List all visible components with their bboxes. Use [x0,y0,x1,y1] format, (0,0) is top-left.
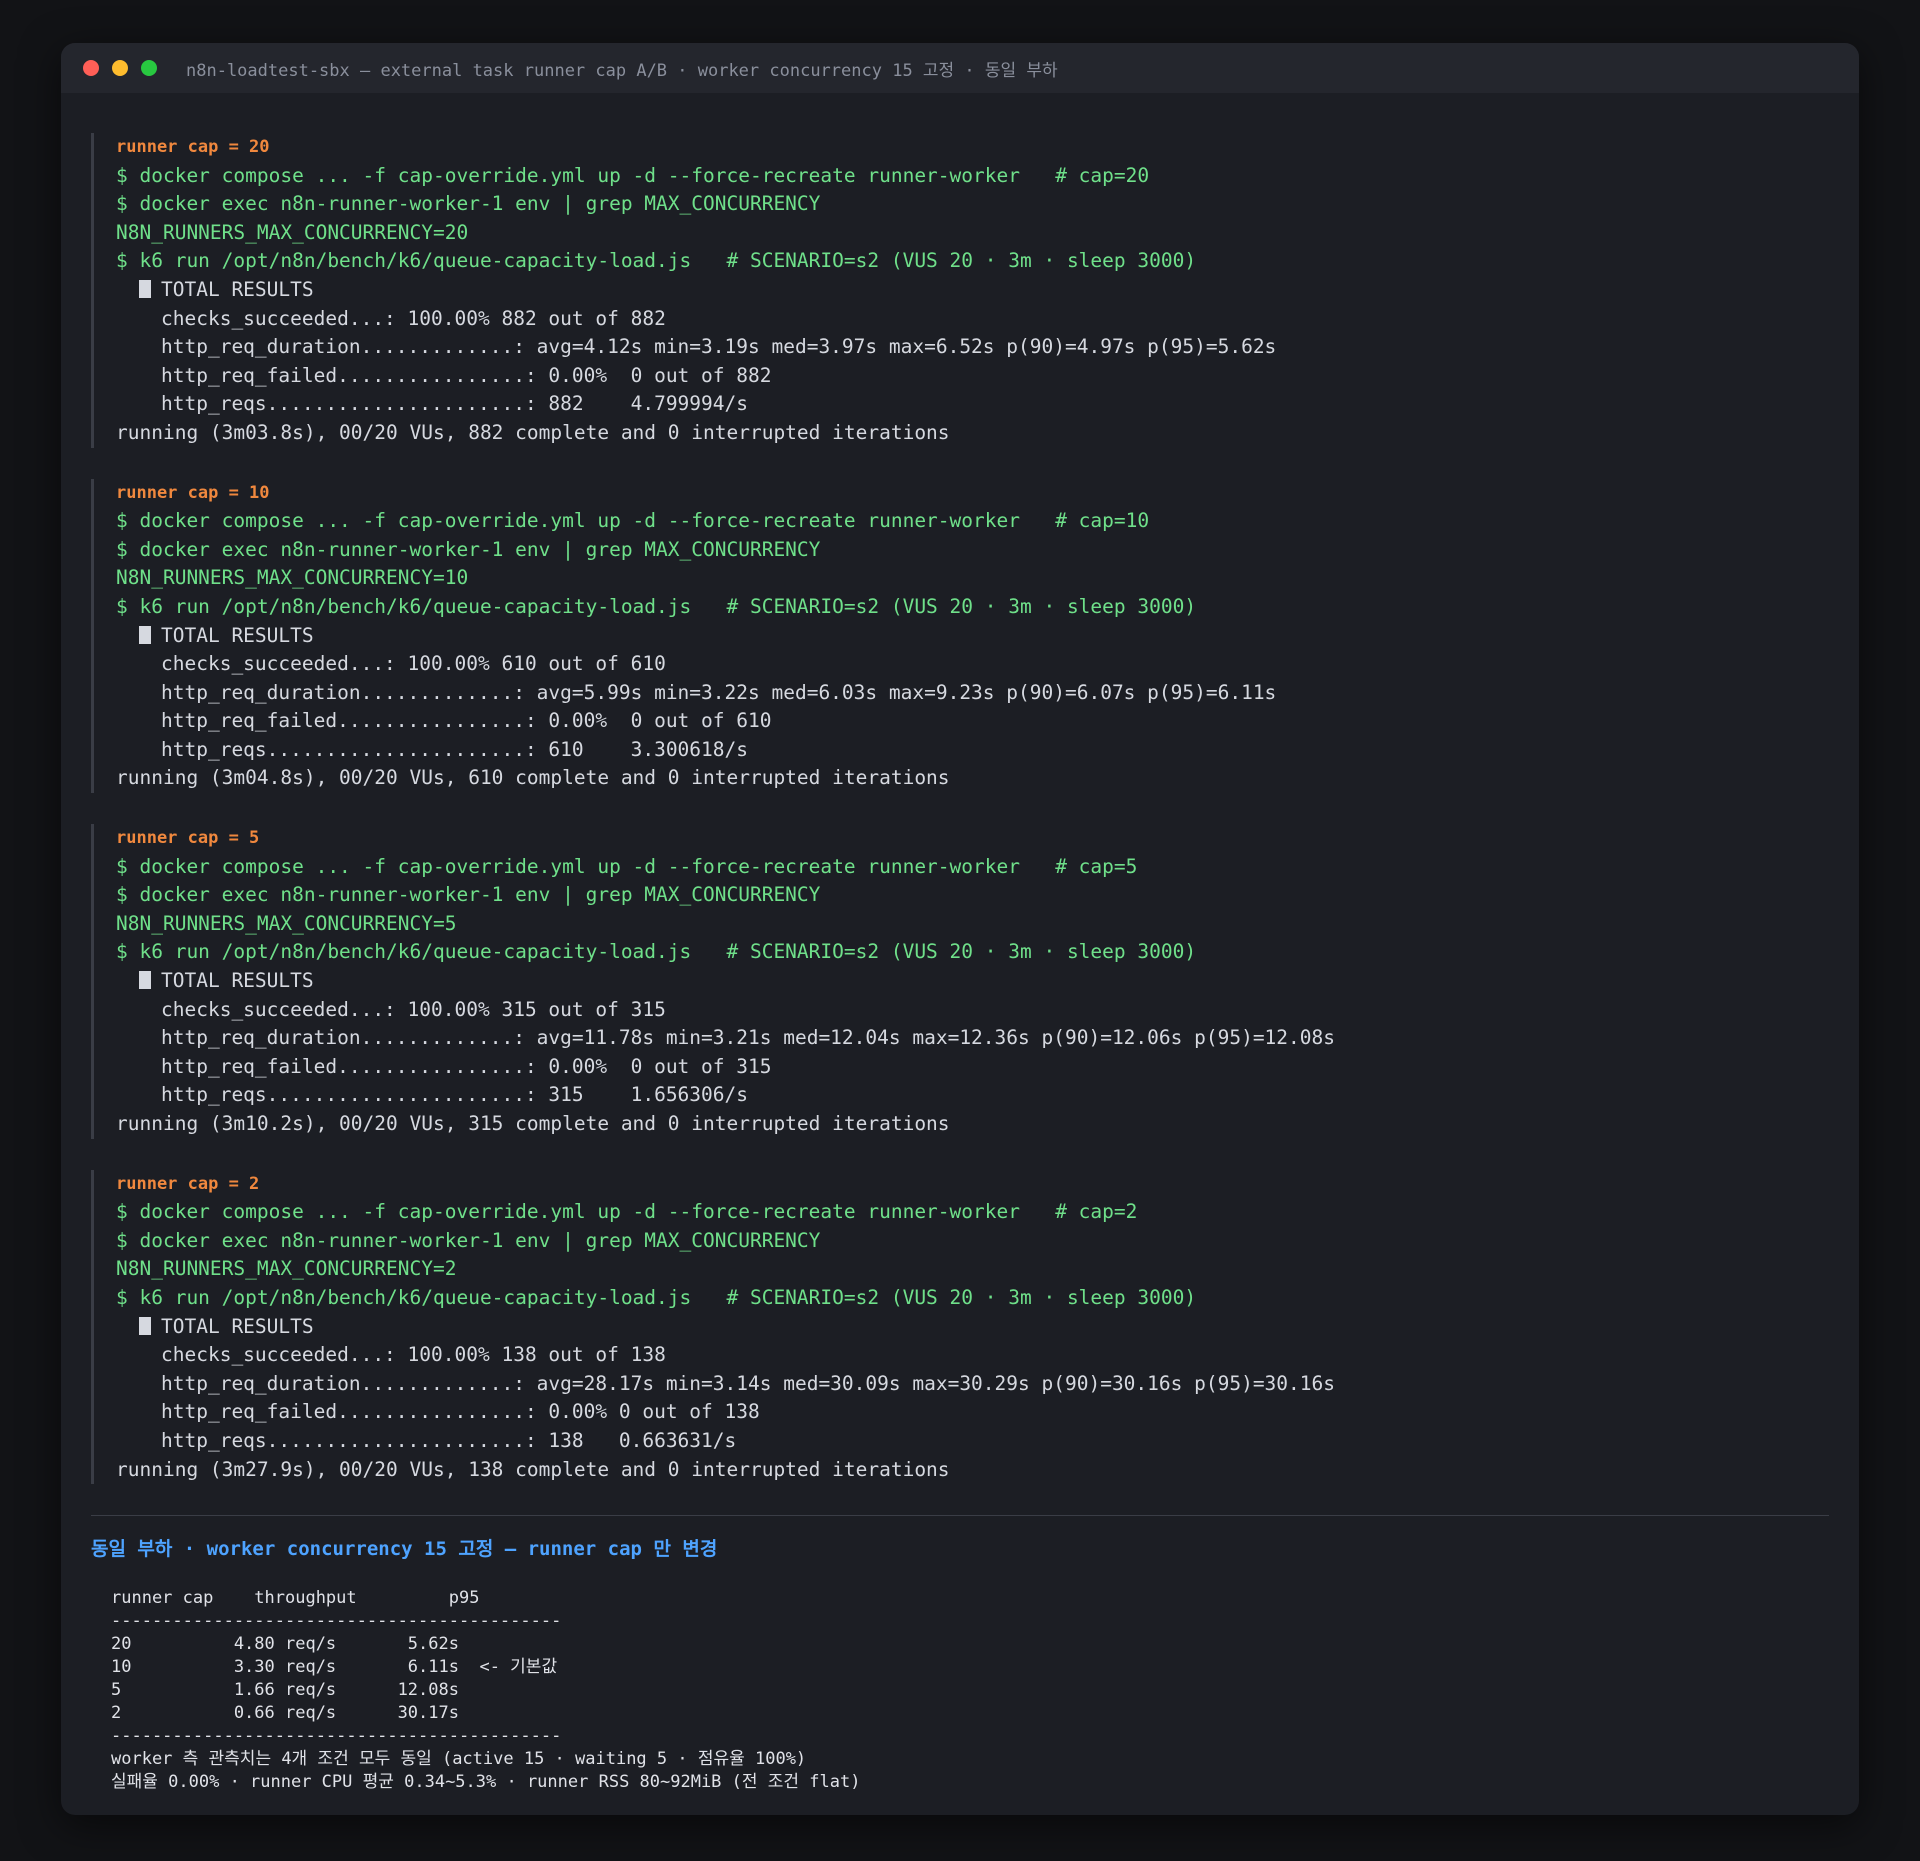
compose-command: $ docker compose ... -f cap-override.yml… [116,509,1150,533]
duration-metric: http_req_duration.............: avg=5.99… [161,680,1277,704]
reqs-metric: http_reqs......................: 882 4.7… [161,392,748,416]
total-results-label: TOTAL RESULTS [161,277,314,301]
checks-metric: checks_succeeded...: 100.00% 610 out of … [161,652,666,676]
compose-command: $ docker compose ... -f cap-override.yml… [116,854,1138,878]
run-block-cap-5: runner cap = 5 $ docker compose ... -f c… [91,824,1859,1139]
duration-metric: http_req_duration.............: avg=28.1… [161,1371,1335,1395]
run-block-cap-10: runner cap = 10 $ docker compose ... -f … [91,478,1859,794]
checks-metric: checks_succeeded...: 100.00% 315 out of … [161,997,666,1021]
duration-metric: http_req_duration.............: avg=4.12… [161,335,1277,359]
section-divider [91,1515,1829,1517]
window-title: n8n-loadtest-sbx — external task runner … [186,60,1058,81]
duration-metric: http_req_duration.............: avg=11.7… [161,1026,1335,1050]
summary-note: 실패율 0.00% · runner CPU 평균 0.34~5.3% · ru… [111,1772,861,1793]
running-summary: running (3m04.8s), 00/20 VUs, 610 comple… [116,766,950,790]
run-header: runner cap = 20 [116,137,270,157]
run-block-cap-20: runner cap = 20 $ docker compose ... -f … [91,133,1859,448]
terminal-window: n8n-loadtest-sbx — external task runner … [61,43,1859,1815]
run-header: runner cap = 2 [116,1173,260,1194]
block-cursor-icon [139,279,151,298]
total-results-label: TOTAL RESULTS [161,969,314,993]
summary-title: 동일 부하 · worker concurrency 15 고정 — runne… [91,1538,718,1561]
env-output: N8N_RUNNERS_MAX_CONCURRENCY=2 [116,1257,457,1281]
block-cursor-icon [139,625,151,644]
k6-command: $ k6 run /opt/n8n/bench/k6/queue-capacit… [116,940,1197,964]
failed-metric: http_req_failed................: 0.00% 0… [161,1400,760,1424]
maximize-window-button[interactable] [141,60,157,76]
exec-command: $ docker exec n8n-runner-worker-1 env | … [116,1228,821,1252]
running-summary: running (3m27.9s), 00/20 VUs, 138 comple… [116,1457,950,1481]
block-cursor-icon [139,971,151,990]
env-output: N8N_RUNNERS_MAX_CONCURRENCY=10 [116,566,469,590]
total-results-heading: TOTAL RESULTS [116,622,1859,651]
table-divider: ----------------------------------------… [111,1726,562,1747]
failed-metric: http_req_failed................: 0.00% 0… [161,709,772,733]
env-output: N8N_RUNNERS_MAX_CONCURRENCY=20 [116,220,469,244]
running-summary: running (3m03.8s), 00/20 VUs, 882 comple… [116,420,950,444]
reqs-metric: http_reqs......................: 315 1.6… [161,1083,748,1107]
table-divider: ----------------------------------------… [111,1611,562,1632]
compose-command: $ docker compose ... -f cap-override.yml… [116,163,1150,187]
exec-command: $ docker exec n8n-runner-worker-1 env | … [116,883,821,907]
total-results-heading: TOTAL RESULTS [116,967,1859,996]
run-header: runner cap = 10 [116,482,270,503]
total-results-heading: TOTAL RESULTS [116,276,1859,305]
run-header: runner cap = 5 [116,828,260,849]
block-cursor-icon [139,1316,151,1335]
table-row: 20 4.80 req/s 5.62s [111,1634,459,1655]
running-summary: running (3m10.2s), 00/20 VUs, 315 comple… [116,1112,950,1135]
terminal-output[interactable]: runner cap = 20 $ docker compose ... -f … [61,93,1859,1794]
total-results-label: TOTAL RESULTS [161,1314,314,1338]
exec-command: $ docker exec n8n-runner-worker-1 env | … [116,192,821,216]
failed-metric: http_req_failed................: 0.00% 0… [161,1054,772,1078]
env-output: N8N_RUNNERS_MAX_CONCURRENCY=5 [116,911,457,935]
summary-table: runner cap throughput p95 --------------… [91,1587,1859,1794]
reqs-metric: http_reqs......................: 610 3.3… [161,737,748,761]
summary-table-header: runner cap throughput p95 [111,1588,480,1609]
table-row: 5 1.66 req/s 12.08s [111,1680,459,1701]
minimize-window-button[interactable] [112,60,128,76]
title-bar: n8n-loadtest-sbx — external task runner … [61,43,1859,93]
summary-note: worker 측 관측치는 4개 조건 모두 동일 (active 15 · w… [111,1749,807,1770]
k6-command: $ k6 run /opt/n8n/bench/k6/queue-capacit… [116,1285,1197,1309]
total-results-heading: TOTAL RESULTS [116,1313,1859,1342]
k6-command: $ k6 run /opt/n8n/bench/k6/queue-capacit… [116,249,1197,273]
table-row: 10 3.30 req/s 6.11s <- 기본값 [111,1657,558,1678]
table-row: 2 0.66 req/s 30.17s [111,1703,459,1724]
run-block-cap-2: runner cap = 2 $ docker compose ... -f c… [91,1169,1859,1485]
close-window-button[interactable] [83,60,99,76]
checks-metric: checks_succeeded...: 100.00% 882 out of … [161,306,666,330]
reqs-metric: http_reqs......................: 138 0.6… [161,1428,737,1452]
compose-command: $ docker compose ... -f cap-override.yml… [116,1200,1138,1224]
exec-command: $ docker exec n8n-runner-worker-1 env | … [116,537,821,561]
checks-metric: checks_succeeded...: 100.00% 138 out of … [161,1343,666,1367]
k6-command: $ k6 run /opt/n8n/bench/k6/queue-capacit… [116,594,1197,618]
total-results-label: TOTAL RESULTS [161,623,314,647]
failed-metric: http_req_failed................: 0.00% 0… [161,363,772,387]
